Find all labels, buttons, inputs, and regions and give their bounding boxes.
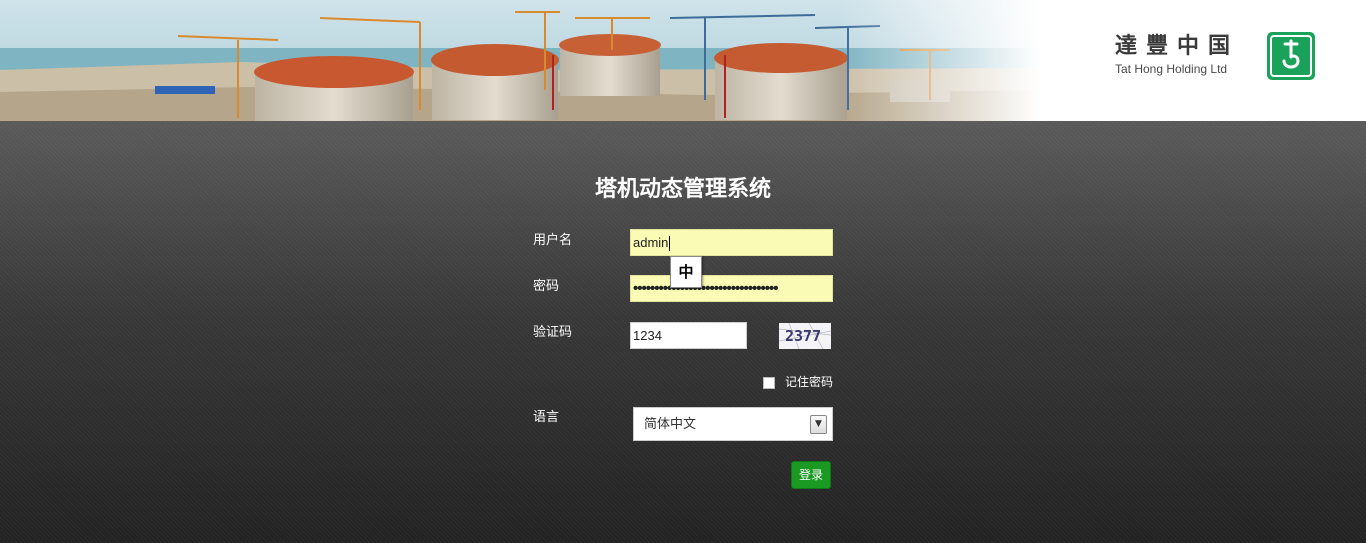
password-dots: •••••••••••••••••••••••••••••••••• [633, 280, 779, 297]
password-label: 密码 [533, 279, 560, 294]
username-value: admin [633, 235, 669, 250]
brand-name-cn: 達豐中国 [1115, 34, 1240, 59]
page-title: 塔机动态管理系统 [594, 177, 771, 202]
language-label: 语言 [533, 410, 560, 425]
language-select[interactable]: 简体中文 ▼ [633, 407, 833, 441]
captcha-text: 2377 [785, 327, 821, 345]
captcha-label: 验证码 [533, 325, 573, 340]
construction-site-photo [0, 0, 1040, 121]
username-label: 用户名 [533, 233, 573, 248]
remember-password-checkbox[interactable] [763, 377, 775, 389]
remember-password-label[interactable]: 记住密码 [785, 373, 833, 391]
captcha-value: 1234 [633, 328, 662, 343]
captcha-image[interactable]: 2377 [779, 323, 831, 349]
language-selected-value: 简体中文 [644, 417, 697, 432]
brand-name-en: Tat Hong Holding Ltd [1115, 62, 1228, 76]
brand-block: 達豐中国 Tat Hong Holding Ltd [1115, 34, 1255, 77]
header-banner: 達豐中国 Tat Hong Holding Ltd [0, 0, 1366, 121]
login-button[interactable]: 登录 [791, 461, 831, 489]
password-input[interactable]: •••••••••••••••••••••••••••••••••• [630, 275, 833, 302]
text-caret [669, 236, 671, 252]
captcha-input[interactable]: 1234 [630, 322, 747, 349]
ime-indicator: 中 [670, 256, 702, 288]
username-input[interactable]: admin [630, 229, 833, 256]
hook-icon [1266, 31, 1316, 81]
chevron-down-icon[interactable]: ▼ [810, 415, 827, 434]
